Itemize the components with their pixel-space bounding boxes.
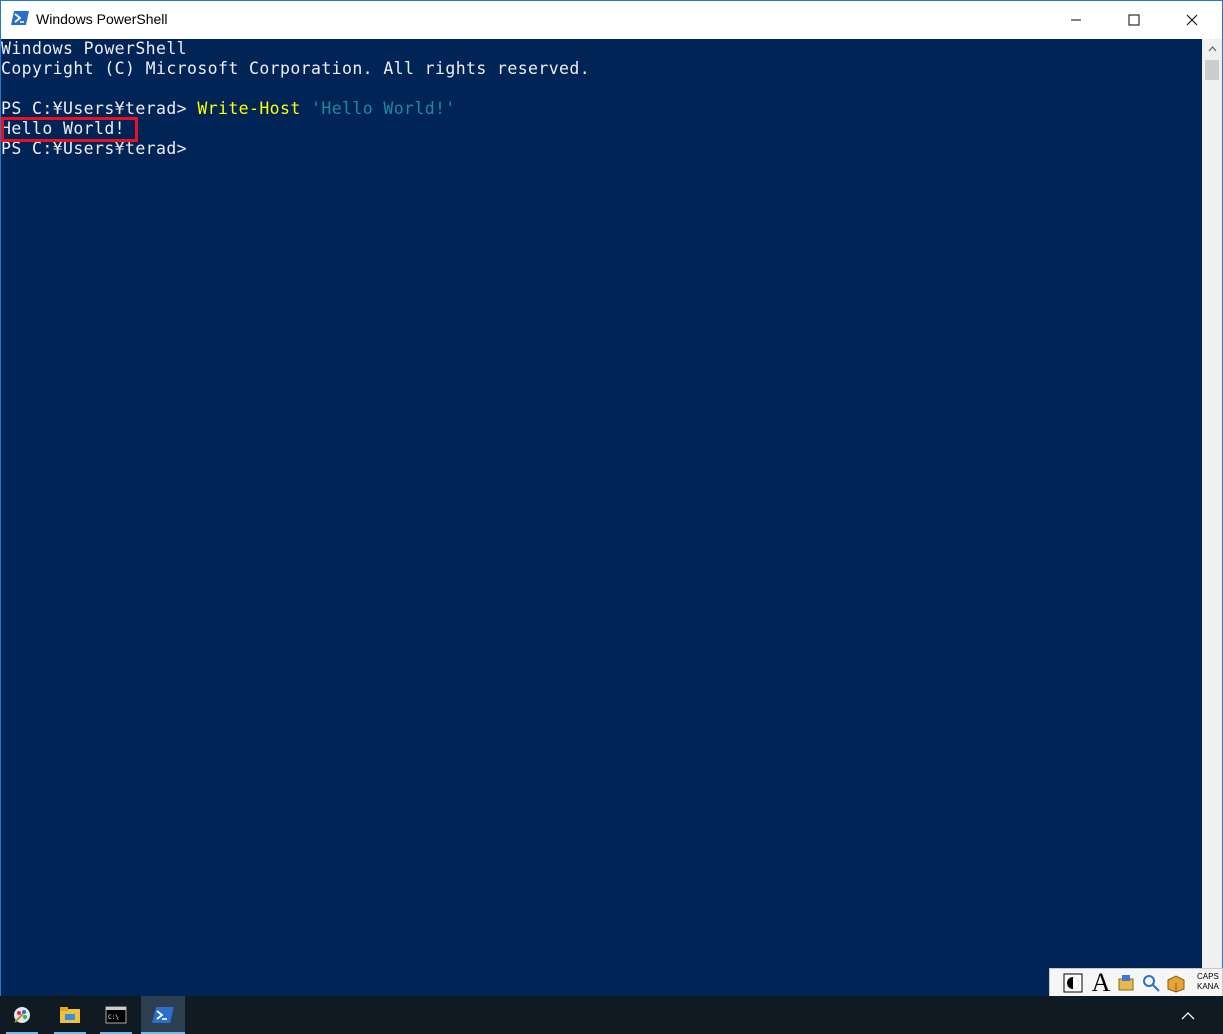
command-name: Write-Host <box>197 99 301 118</box>
show-hidden-icons-button[interactable] <box>1176 1004 1200 1026</box>
maximize-button[interactable] <box>1105 1 1163 39</box>
vertical-scrollbar[interactable] <box>1202 39 1222 996</box>
paint-icon <box>14 1007 30 1023</box>
svg-text:C:\: C:\ <box>108 1014 119 1021</box>
highlight-annotation-box <box>1 117 138 142</box>
title-bar[interactable]: Windows PowerShell <box>1 1 1222 39</box>
scroll-up-button[interactable] <box>1202 39 1222 59</box>
console-area[interactable]: Windows PowerShell Copyright (C) Microso… <box>1 39 1202 996</box>
taskbar-command-prompt[interactable]: C:\ <box>94 996 138 1034</box>
powershell-window: Windows PowerShell Windows PowerShell Co… <box>0 0 1223 996</box>
ime-tools-icon[interactable] <box>1115 972 1137 994</box>
ime-box-icon[interactable] <box>1165 972 1187 994</box>
taskbar-paint[interactable] <box>0 996 44 1034</box>
ime-language-bar: A CAPS KANA <box>1049 968 1223 997</box>
minimize-icon <box>1071 19 1081 21</box>
command-prompt-icon: C:\ <box>105 1006 127 1024</box>
maximize-icon <box>1128 14 1140 26</box>
file-explorer-icon <box>60 1007 80 1023</box>
window-title: Windows PowerShell <box>36 11 168 27</box>
prompt: PS C:¥Users¥terad> <box>1 139 188 158</box>
powershell-app-icon <box>11 10 29 26</box>
taskbar: C:\ <box>0 996 1223 1034</box>
close-button[interactable] <box>1163 1 1221 39</box>
ime-font-glyph[interactable]: A <box>1090 968 1112 997</box>
console-line: Copyright (C) Microsoft Corporation. All… <box>1 59 591 78</box>
ime-mode-icon[interactable] <box>1062 972 1084 994</box>
taskbar-powershell[interactable] <box>141 996 185 1034</box>
command-line: PS C:¥Users¥terad> Write-Host 'Hello Wor… <box>1 99 456 119</box>
scroll-thumb[interactable] <box>1205 60 1219 80</box>
chevron-up-icon <box>1208 46 1216 52</box>
close-icon <box>1186 14 1198 26</box>
ime-search-icon[interactable] <box>1140 972 1162 994</box>
minimize-button[interactable] <box>1047 1 1105 39</box>
taskbar-file-explorer[interactable] <box>48 996 92 1034</box>
command-argument: 'Hello World!' <box>311 99 456 118</box>
powershell-icon <box>152 1007 174 1023</box>
caps-label: CAPS <box>1197 972 1219 981</box>
caps-kana-indicator: CAPS KANA <box>1197 972 1219 992</box>
kana-label: KANA <box>1197 982 1219 991</box>
console-line: Windows PowerShell <box>1 39 188 58</box>
chevron-up-icon <box>1181 1011 1195 1019</box>
prompt: PS C:¥Users¥terad> <box>1 99 198 118</box>
